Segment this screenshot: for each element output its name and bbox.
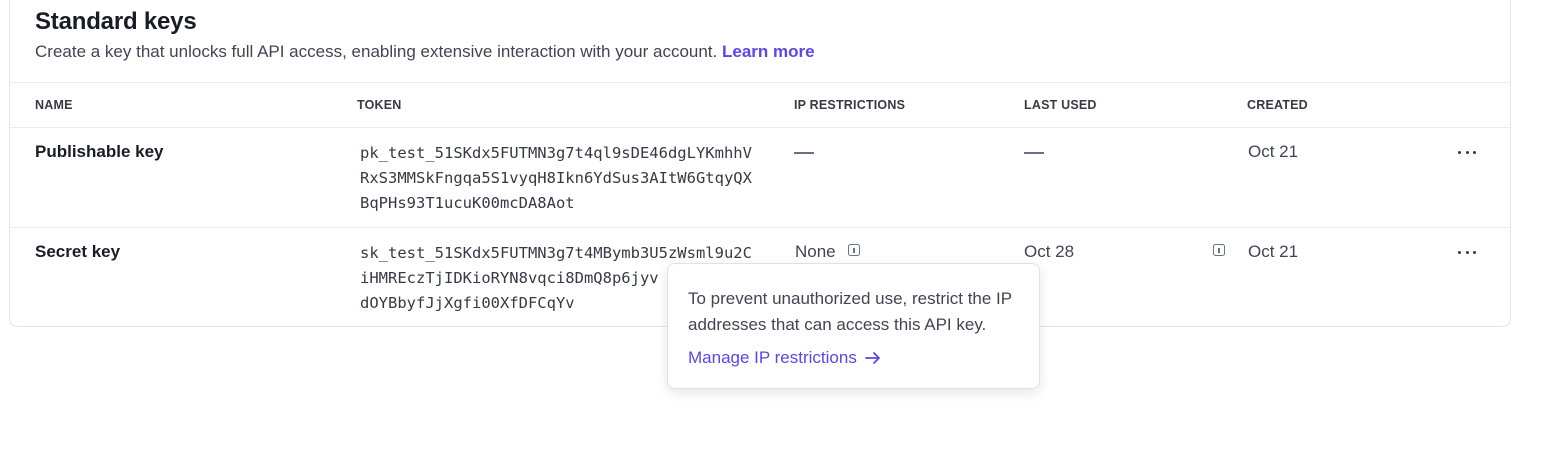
ip-restrictions-value: None [795,242,836,261]
created-date: Oct 21 [1248,142,1299,161]
token-line: RxS3MMSkFngqa5S1vyqH8Ikn6YdSus3AItW6Gtqy… [360,169,752,187]
publishable-key-token[interactable]: pk_test_51SKdx5FUTMN3g7t4ql9sDE46dgLYKmh… [360,141,780,216]
token-line: pk_test_51SKdx5FUTMN3g7t4ql9sDE46dgLYKmh… [360,144,752,162]
divider [10,127,1510,128]
arrow-right-icon [864,352,880,364]
info-icon[interactable] [848,244,860,256]
tooltip-text: To prevent unauthorized use, restrict th… [688,289,1012,334]
section-description: Create a key that unlocks full API acces… [35,42,718,61]
divider [10,82,1510,83]
token-line: BqPHs93T1ucuK00mcDA8Aot [360,194,575,212]
key-name-secret: Secret key [35,242,121,261]
column-header-created: CREATED [1247,98,1308,112]
last-used-date: Oct 28 [1024,242,1075,261]
key-name-publishable: Publishable key [35,142,164,161]
section-title: Standard keys [35,8,197,35]
manage-ip-restrictions-label: Manage IP restrictions [688,348,857,367]
more-options-icon[interactable] [1458,147,1476,157]
info-icon[interactable] [1213,244,1225,256]
column-header-token: TOKEN [357,98,402,112]
column-header-ip-restrictions: IP RESTRICTIONS [794,98,906,112]
divider [10,227,1510,228]
column-header-name: NAME [35,98,73,112]
ip-restrictions-empty: — [794,152,814,154]
manage-ip-restrictions-link[interactable]: Manage IP restrictions [688,348,881,368]
section-subtitle: Create a key that unlocks full API acces… [35,42,815,62]
created-date: Oct 21 [1248,242,1299,261]
last-used-empty: — [1024,152,1044,154]
more-options-icon[interactable] [1458,247,1476,257]
ip-restrictions-tooltip: To prevent unauthorized use, restrict th… [667,263,1040,389]
column-header-last-used: LAST USED [1024,98,1097,112]
learn-more-link[interactable]: Learn more [722,42,815,61]
